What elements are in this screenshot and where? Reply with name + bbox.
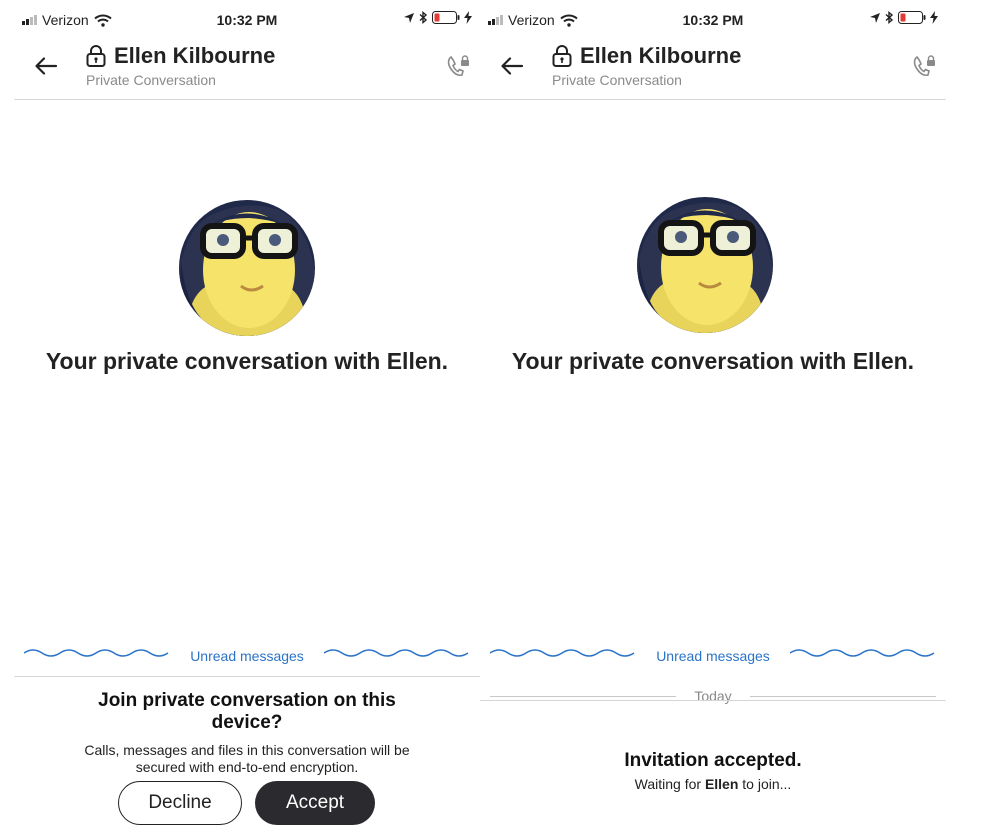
join-question: Join private conversation on this device… xyxy=(98,690,396,733)
date-line-right xyxy=(750,696,936,697)
lock-icon xyxy=(552,45,572,67)
waiting-name: Ellen xyxy=(704,776,739,792)
avatar-image xyxy=(179,200,315,336)
date-separator: Today xyxy=(490,688,936,704)
screen-accepted: Verizon 10:32 PM Ellen Kilbourne Private… xyxy=(480,0,946,832)
bluetooth-icon xyxy=(419,11,428,24)
intro-text: Your private conversation with Ellen. xyxy=(45,348,449,374)
join-description: Calls, messages and files in this conver… xyxy=(84,742,410,775)
battery-icon xyxy=(432,11,460,24)
avatar-image xyxy=(637,197,773,333)
secure-call-icon[interactable] xyxy=(444,52,472,80)
conversation-type: Private Conversation xyxy=(552,72,682,88)
charging-icon xyxy=(930,11,938,24)
conversation-header: Ellen Kilbourne Private Conversation xyxy=(14,40,480,100)
unread-separator: Unread messages xyxy=(24,644,470,668)
unread-separator: Unread messages xyxy=(490,644,936,668)
lock-icon xyxy=(86,45,106,67)
charging-icon xyxy=(464,11,472,24)
back-arrow-icon[interactable] xyxy=(32,52,60,80)
status-bar: Verizon 10:32 PM xyxy=(14,0,480,40)
conversation-header: Ellen Kilbourne Private Conversation xyxy=(480,40,946,100)
avatar xyxy=(179,200,315,336)
divider xyxy=(480,700,946,701)
invitation-status: Invitation accepted. Waiting for Ellen t… xyxy=(480,750,946,792)
invite-actions: Decline Accept xyxy=(14,781,480,827)
join-prompt: Join private conversation on this device… xyxy=(14,690,480,776)
avatar xyxy=(637,197,773,333)
back-arrow-icon[interactable] xyxy=(498,52,526,80)
decline-button[interactable]: Decline xyxy=(118,781,242,825)
contact-name: Ellen Kilbourne xyxy=(114,43,276,68)
waiting-text: Waiting for Ellen to join... xyxy=(480,776,946,792)
waiting-suffix: to join... xyxy=(742,776,792,792)
location-icon xyxy=(404,12,414,23)
waiting-prefix: Waiting for xyxy=(634,776,702,792)
secure-call-icon[interactable] xyxy=(910,52,938,80)
battery-icon xyxy=(898,11,926,24)
wave-divider-right xyxy=(324,649,469,657)
location-icon xyxy=(870,12,880,23)
wave-divider-right xyxy=(790,649,935,657)
contact-name: Ellen Kilbourne xyxy=(580,43,742,68)
conversation-type: Private Conversation xyxy=(86,72,216,88)
accept-button[interactable]: Accept xyxy=(255,781,375,825)
divider xyxy=(14,676,480,677)
screen-invite: Verizon 10:32 PM Ellen Kilbourne Private… xyxy=(14,0,480,832)
accepted-heading: Invitation accepted. xyxy=(624,750,802,771)
intro-text: Your private conversation with Ellen. xyxy=(511,348,915,374)
bluetooth-icon xyxy=(885,11,894,24)
status-bar: Verizon 10:32 PM xyxy=(480,0,946,40)
